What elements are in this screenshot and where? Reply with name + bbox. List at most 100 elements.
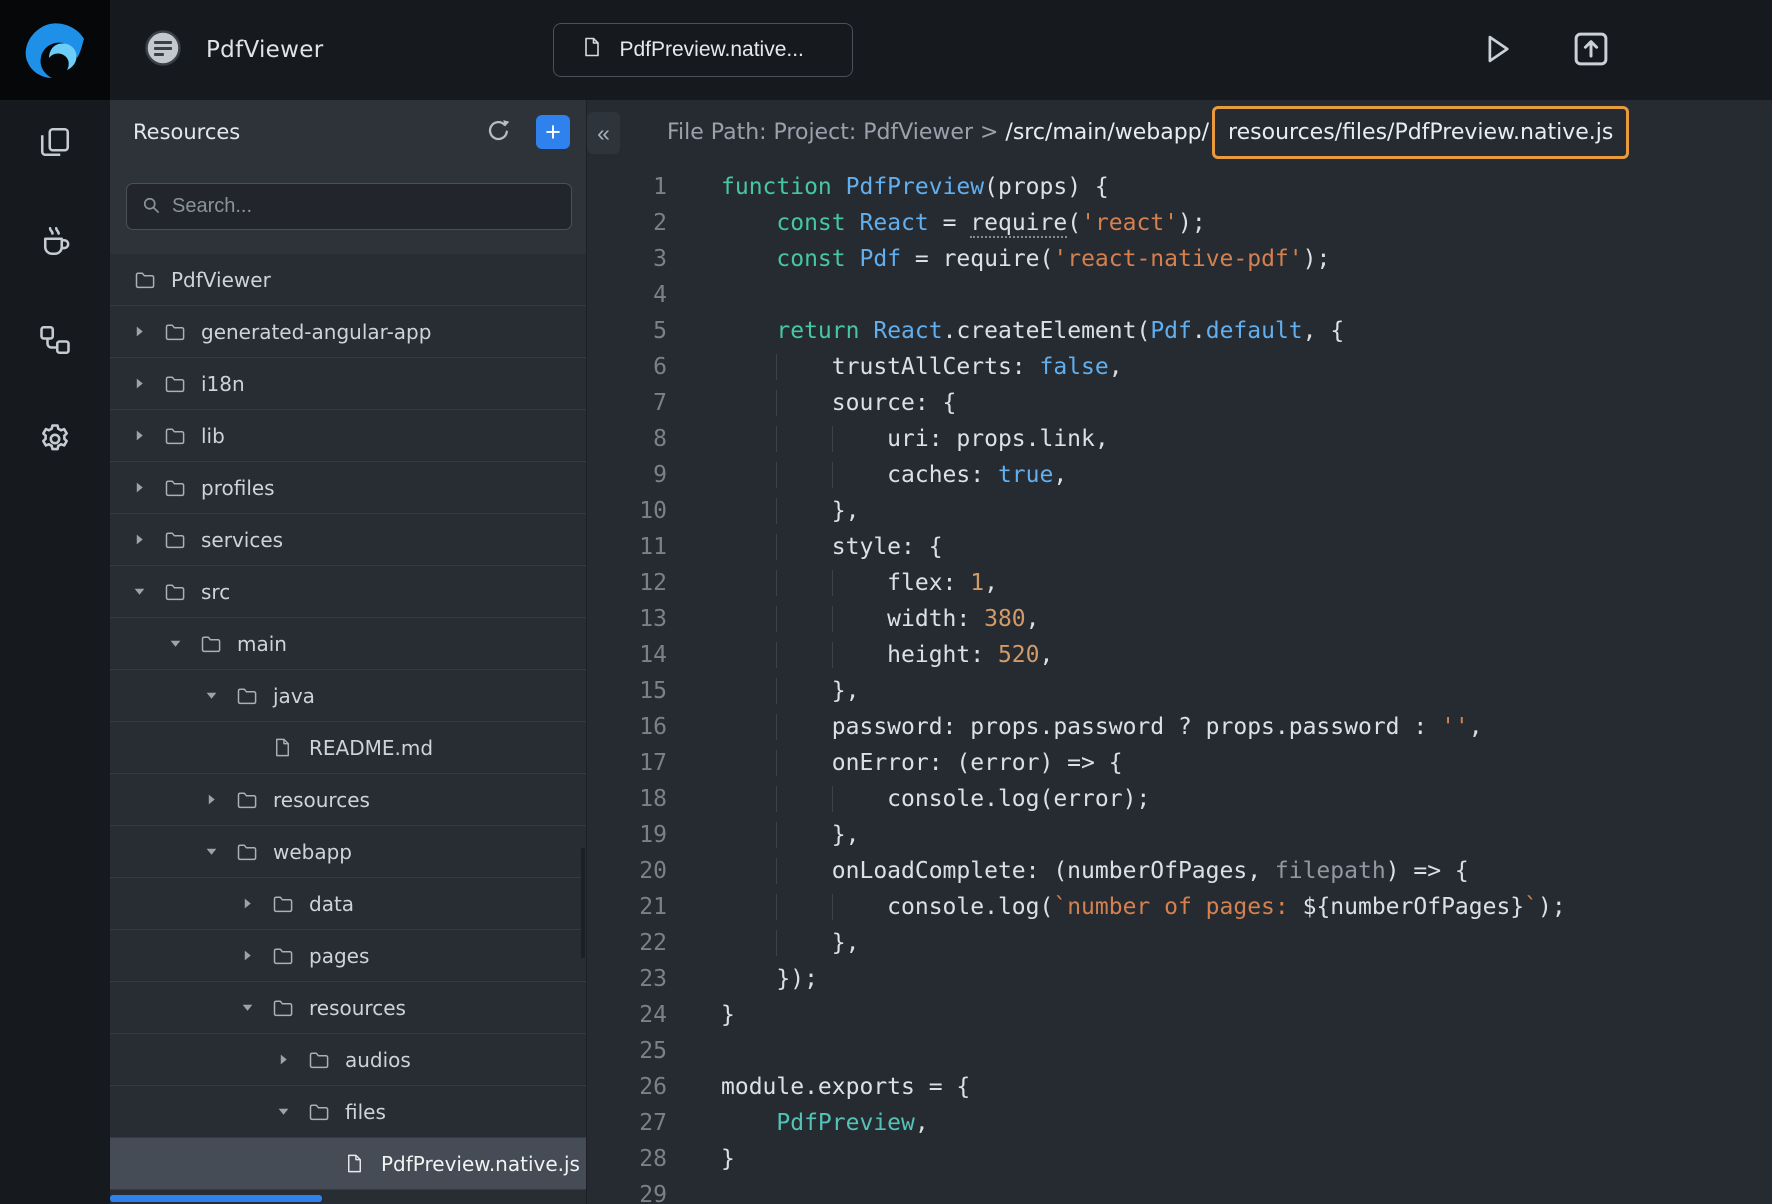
file-path-segment: /src/main/webapp/ — [1005, 120, 1209, 145]
chevron-right-icon[interactable] — [133, 325, 163, 338]
file-icon — [580, 35, 604, 65]
folder-icon — [307, 1047, 332, 1072]
line-number: 9 — [587, 457, 667, 493]
line-number: 11 — [587, 529, 667, 565]
horizontal-scrollbar[interactable] — [110, 1195, 322, 1202]
chevron-down-icon[interactable] — [169, 637, 199, 650]
tree-item[interactable]: java — [110, 670, 586, 722]
chevron-down-icon[interactable] — [133, 585, 163, 598]
tree-item[interactable]: services — [110, 514, 586, 566]
chevron-down-icon[interactable] — [241, 1001, 271, 1014]
wave-logo-icon — [22, 17, 88, 83]
chevron-right-icon[interactable] — [277, 1053, 307, 1066]
collapse-panel-button[interactable]: « — [587, 112, 620, 154]
line-number: 28 — [587, 1141, 667, 1177]
tree-item[interactable]: data — [110, 878, 586, 930]
refresh-button[interactable] — [485, 117, 512, 147]
code-line: 26module.exports = { — [587, 1069, 1772, 1105]
tree-item[interactable]: main — [110, 618, 586, 670]
copy-icon — [37, 124, 73, 163]
coffee-button[interactable] — [37, 223, 73, 262]
main-area: Resources + PdfViewergenerated-angular-a… — [0, 100, 1772, 1204]
tree-item[interactable]: profiles — [110, 462, 586, 514]
folder-icon — [163, 319, 188, 344]
settings-button[interactable] — [37, 421, 73, 460]
file-path-segment: Project: PdfViewer > — [774, 120, 1006, 145]
line-number: 25 — [587, 1033, 667, 1069]
code-line: 1function PdfPreview(props) { — [587, 169, 1772, 205]
panel-title: Resources — [133, 120, 485, 144]
export-button[interactable] — [1570, 28, 1612, 73]
code-line: 23 }); — [587, 961, 1772, 997]
line-number: 6 — [587, 349, 667, 385]
tree-item-label: src — [201, 580, 230, 604]
folder-icon — [271, 995, 296, 1020]
add-button[interactable]: + — [536, 115, 570, 149]
code-line: 18 console.log(error); — [587, 781, 1772, 817]
code-line: 29 — [587, 1177, 1772, 1204]
chevron-down-icon[interactable] — [205, 689, 235, 702]
line-number: 26 — [587, 1069, 667, 1105]
tree-item[interactable]: pages — [110, 930, 586, 982]
code-line: 12 flex: 1, — [587, 565, 1772, 601]
chevron-right-icon[interactable] — [205, 793, 235, 806]
folder-icon — [163, 475, 188, 500]
code-editor[interactable]: 1function PdfPreview(props) {2 const Rea… — [587, 164, 1772, 1204]
chevron-down-icon[interactable] — [277, 1105, 307, 1118]
folder-icon — [163, 579, 188, 604]
tree-item[interactable]: README.md — [110, 722, 586, 774]
tree-item[interactable]: generated-angular-app — [110, 306, 586, 358]
tree-item-label: pages — [309, 944, 369, 968]
chevron-down-icon[interactable] — [205, 845, 235, 858]
line-number: 29 — [587, 1177, 667, 1204]
code-line: 21 console.log(`number of pages: ${numbe… — [587, 889, 1772, 925]
line-number: 4 — [587, 277, 667, 313]
tree-item[interactable]: PdfViewer — [110, 254, 586, 306]
chevron-right-icon[interactable] — [133, 481, 163, 494]
code-line: 16 password: props.password ? props.pass… — [587, 709, 1772, 745]
tree-item-label: main — [237, 632, 287, 656]
run-button[interactable] — [1478, 30, 1516, 71]
chevron-right-icon[interactable] — [133, 377, 163, 390]
code-line: 22 }, — [587, 925, 1772, 961]
search-icon — [141, 195, 161, 219]
tree-item-label: services — [201, 528, 283, 552]
chevron-right-icon[interactable] — [241, 897, 271, 910]
open-file-tab[interactable]: PdfPreview.native... — [553, 23, 853, 77]
gear-icon — [37, 421, 73, 460]
folder-icon — [235, 683, 260, 708]
resources-panel-header: Resources + — [110, 100, 586, 164]
tree-item[interactable]: lib — [110, 410, 586, 462]
file-path-highlight: resources/files/PdfPreview.native.js — [1212, 106, 1629, 159]
tree-item[interactable]: webapp — [110, 826, 586, 878]
line-number: 5 — [587, 313, 667, 349]
workflow-button[interactable] — [37, 322, 73, 361]
tree-item[interactable]: i18n — [110, 358, 586, 410]
code-line: 13 width: 380, — [587, 601, 1772, 637]
tree-item[interactable]: src — [110, 566, 586, 618]
chevron-right-icon[interactable] — [133, 429, 163, 442]
line-number: 20 — [587, 853, 667, 889]
tree-item[interactable]: resources — [110, 774, 586, 826]
vertical-scrollbar[interactable] — [581, 848, 585, 958]
play-icon — [1478, 30, 1516, 71]
folder-icon — [271, 943, 296, 968]
chevron-right-icon[interactable] — [241, 949, 271, 962]
tree-item-label: i18n — [201, 372, 245, 396]
line-number: 24 — [587, 997, 667, 1033]
tree-item[interactable]: PdfPreview.native.js — [110, 1138, 586, 1190]
folder-icon — [199, 631, 224, 656]
search-input[interactable] — [172, 195, 557, 218]
search-box[interactable] — [126, 183, 572, 230]
line-number: 23 — [587, 961, 667, 997]
tree-item[interactable]: audios — [110, 1034, 586, 1086]
line-number: 7 — [587, 385, 667, 421]
documents-button[interactable] — [37, 124, 73, 163]
line-number: 8 — [587, 421, 667, 457]
brand-logo[interactable] — [0, 0, 110, 100]
tree-item[interactable]: resources — [110, 982, 586, 1034]
chevron-right-icon[interactable] — [133, 533, 163, 546]
tree-item[interactable]: files — [110, 1086, 586, 1138]
tree-item-label: data — [309, 892, 354, 916]
topbar: PdfViewer PdfPreview.native... — [0, 0, 1772, 100]
